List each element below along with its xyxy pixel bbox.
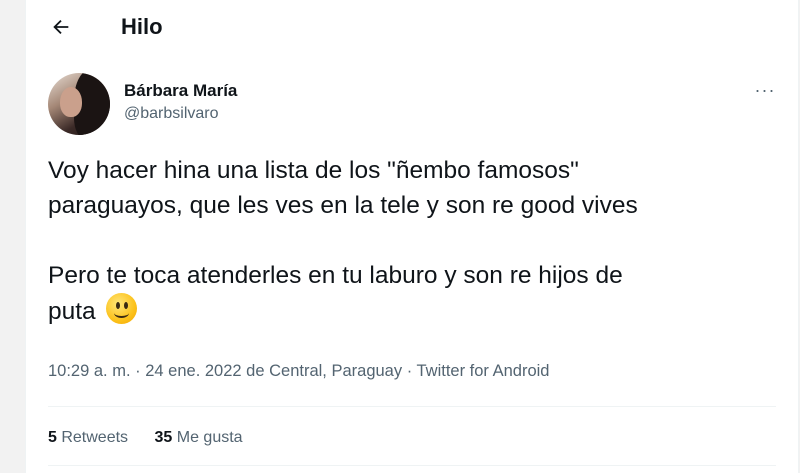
more-dots-icon: ···	[754, 80, 776, 100]
tweet-location[interactable]: Central, Paraguay	[269, 362, 402, 380]
author-handle[interactable]: @barbsilvaro	[124, 104, 237, 124]
thread-panel: Hilo Bárbara María @barbsilvaro ··· Voy …	[25, 0, 799, 473]
meta-separator: ·	[402, 362, 417, 380]
avatar[interactable]	[48, 73, 110, 135]
avatar-face	[60, 87, 82, 117]
tweet-author: Bárbara María @barbsilvaro	[124, 81, 237, 124]
slightly-smiling-face-icon	[105, 293, 137, 324]
author-display-name[interactable]: Bárbara María	[124, 81, 237, 101]
tweet-text: Voy hacer hina una lista de los "ñembo f…	[48, 153, 788, 329]
divider	[48, 406, 776, 407]
page-title: Hilo	[121, 14, 163, 39]
likes-stat[interactable]: 35 Me gusta	[155, 428, 243, 448]
divider	[48, 465, 776, 466]
tweet-paragraph-2: Pero te toca atenderles en tu laburo y s…	[48, 258, 788, 329]
likes-label: Me gusta	[172, 429, 243, 446]
tweet-time[interactable]: 10:29 a. m.	[48, 362, 131, 380]
location-prefix: de	[241, 362, 270, 380]
tweet-stats: 5 Retweets 35 Me gusta	[48, 428, 265, 448]
thread-header: Hilo	[26, 0, 798, 53]
more-options-button[interactable]: ···	[752, 80, 778, 100]
meta-separator: ·	[130, 362, 146, 380]
retweets-count: 5	[48, 429, 57, 446]
tweet-source[interactable]: Twitter for Android	[416, 362, 549, 380]
retweets-stat[interactable]: 5 Retweets	[48, 428, 128, 448]
back-button[interactable]	[46, 12, 76, 42]
arrow-left-icon	[53, 19, 69, 35]
likes-count: 35	[154, 429, 173, 446]
retweets-label: Retweets	[56, 429, 129, 446]
tweet-date[interactable]: 24 ene. 2022	[145, 362, 241, 380]
tweet-metadata: 10:29 a. m. · 24 ene. 2022 de Central, P…	[48, 361, 549, 381]
tweet-paragraph-1: Voy hacer hina una lista de los "ñembo f…	[48, 157, 638, 219]
